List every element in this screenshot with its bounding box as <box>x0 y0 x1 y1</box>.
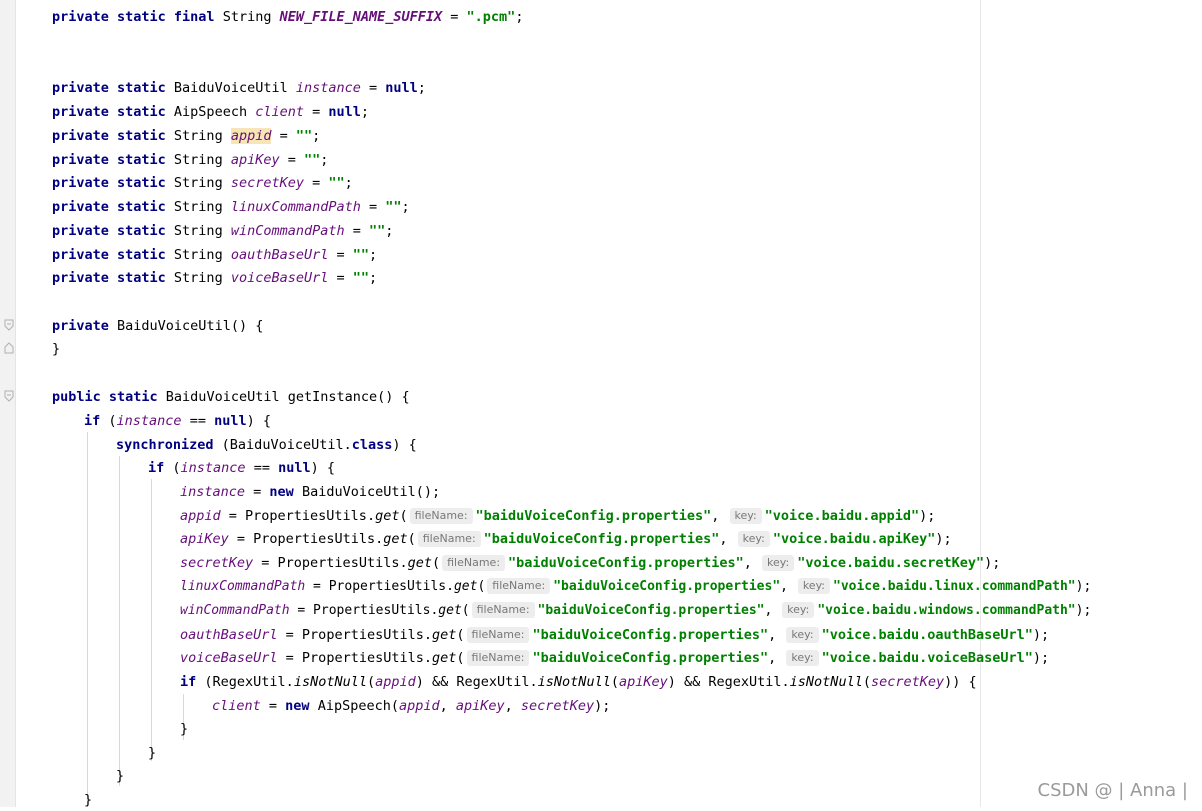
code-line: } <box>180 721 189 737</box>
parameter-hint: key: <box>737 531 770 547</box>
code-line: private static String oauthBaseUrl = ""; <box>52 247 378 263</box>
watermark: CSDN @ | Anna | <box>1037 780 1189 801</box>
right-margin-guide <box>980 0 981 807</box>
code-line: linuxCommandPath = PropertiesUtils.get(f… <box>180 578 1092 594</box>
parameter-hint: fileName: <box>409 508 473 524</box>
indent-guide <box>119 456 120 786</box>
code-line: private static String secretKey = ""; <box>52 175 353 191</box>
indent-guide <box>151 479 152 761</box>
code-line: if (RegexUtil.isNotNull(appid) && RegexU… <box>180 674 977 690</box>
fold-icon[interactable] <box>4 319 14 331</box>
code-line: private static AipSpeech client = null; <box>52 104 370 120</box>
code-line: secretKey = PropertiesUtils.get(fileName… <box>180 555 1001 571</box>
code-line: voiceBaseUrl = PropertiesUtils.get(fileN… <box>180 650 1050 666</box>
code-line: } <box>84 792 93 808</box>
parameter-hint: fileName: <box>466 650 530 666</box>
highlighted-identifier: appid <box>230 128 272 144</box>
parameter-hint: fileName: <box>487 578 551 594</box>
code-line: appid = PropertiesUtils.get(fileName: "ba… <box>180 508 936 524</box>
editor-gutter <box>0 0 16 807</box>
code-line: private static String linuxCommandPath =… <box>52 199 410 215</box>
parameter-hint: key: <box>797 578 830 594</box>
indent-guide <box>87 432 88 807</box>
code-line: if (instance == null) { <box>84 413 271 429</box>
code-line: winCommandPath = PropertiesUtils.get(fil… <box>180 602 1092 618</box>
parameter-hint: fileName: <box>442 555 506 571</box>
code-line: oauthBaseUrl = PropertiesUtils.get(fileN… <box>180 627 1050 643</box>
parameter-hint: key: <box>782 602 815 618</box>
parameter-hint: key: <box>786 650 819 666</box>
code-line: apiKey = PropertiesUtils.get(fileName: "b… <box>180 531 952 547</box>
fold-icon[interactable] <box>4 390 14 402</box>
code-line: } <box>148 745 157 761</box>
code-line: private static String apiKey = ""; <box>52 152 329 168</box>
code-line: private static String voiceBaseUrl = ""; <box>52 270 378 286</box>
parameter-hint: fileName: <box>471 602 535 618</box>
code-line: private static String winCommandPath = "… <box>52 223 394 239</box>
fold-end-icon[interactable] <box>4 342 14 354</box>
code-line: } <box>52 341 61 357</box>
parameter-hint: fileName: <box>417 531 481 547</box>
code-line: if (instance == null) { <box>148 460 335 476</box>
code-line: client = new AipSpeech(appid, apiKey, se… <box>212 698 611 714</box>
code-line: instance = new BaiduVoiceUtil(); <box>180 484 441 500</box>
code-line: public static BaiduVoiceUtil getInstance… <box>52 389 410 405</box>
parameter-hint: key: <box>729 508 762 524</box>
code-line: private static final String NEW_FILE_NAM… <box>52 9 524 25</box>
code-line: private static String appid = ""; <box>52 128 321 144</box>
code-line: synchronized (BaiduVoiceUtil.class) { <box>116 437 417 453</box>
parameter-hint: fileName: <box>466 627 530 643</box>
code-line: private BaiduVoiceUtil() { <box>52 318 264 334</box>
code-line: private static BaiduVoiceUtil instance =… <box>52 80 426 96</box>
parameter-hint: key: <box>762 555 795 571</box>
code-line: } <box>116 768 125 784</box>
parameter-hint: key: <box>786 627 819 643</box>
